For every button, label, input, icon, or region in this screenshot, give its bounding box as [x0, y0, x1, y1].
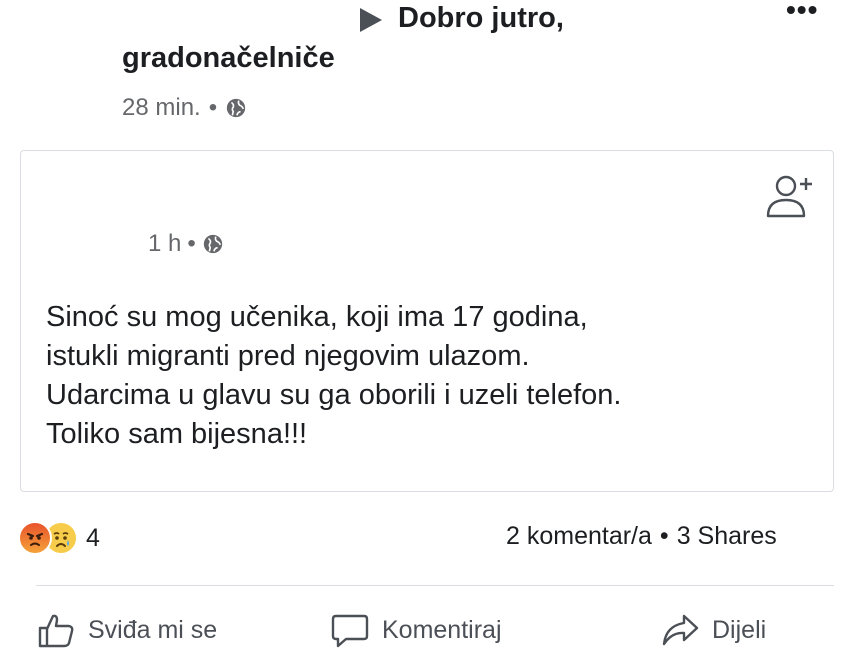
globe-icon	[203, 234, 222, 254]
meta-separator: •	[187, 230, 196, 257]
post-text-line: Sinoć su mog učenika, koji ima 17 godina…	[46, 301, 588, 333]
reaction-count: 4	[86, 523, 100, 552]
meta-separator: •	[208, 94, 218, 121]
shared-post-meta: 1 h •	[148, 230, 224, 258]
share-button[interactable]: Dijeli	[660, 612, 766, 648]
comments-count-link[interactable]: 2 komentar/a	[506, 522, 652, 551]
post-title: Dobro jutro,	[398, 2, 564, 34]
stats-separator: •	[659, 522, 669, 550]
post-meta: 28 min. •	[122, 94, 247, 122]
more-options-button[interactable]: •••	[786, 0, 818, 26]
post-text-line: Udarcima u glavu su ga oborili i uzeli t…	[46, 379, 622, 411]
shared-post-text: Sinoć su mog učenika, koji ima 17 godina…	[46, 298, 826, 454]
share-label: Dijeli	[712, 615, 767, 644]
thumbs-up-icon	[38, 614, 74, 648]
reactions-summary[interactable]: 4	[18, 521, 100, 555]
divider	[36, 585, 834, 586]
shares-count-link[interactable]: 3 Shares	[677, 522, 777, 551]
post-text-line: Toliko sam bijesna!!!	[46, 418, 308, 450]
like-label: Sviđa mi se	[88, 615, 218, 644]
globe-icon	[226, 98, 246, 118]
engagement-stats: 2 komentar/a • 3 Shares	[506, 522, 777, 551]
shared-arrow-icon	[360, 8, 382, 32]
comment-label: Komentiraj	[382, 615, 502, 644]
add-friend-icon[interactable]	[764, 172, 816, 220]
share-icon	[662, 614, 699, 646]
shared-post-time[interactable]: 1 h	[148, 230, 181, 258]
comment-icon	[331, 614, 369, 648]
like-button[interactable]: Sviđa mi se	[36, 612, 217, 648]
angry-icon	[18, 521, 52, 555]
post-text-line: istukli migranti pred njegovim ulazom.	[46, 340, 530, 372]
post-time[interactable]: 28 min.	[122, 94, 201, 122]
comment-button[interactable]: Komentiraj	[330, 612, 502, 648]
post-title-continued: gradonačelniče	[122, 42, 335, 74]
